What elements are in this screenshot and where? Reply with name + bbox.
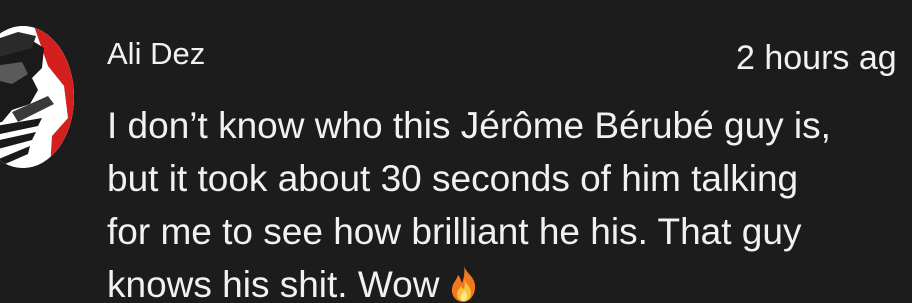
avatar[interactable] [0, 26, 74, 168]
comment-line-last: knows his shit. Wow [107, 258, 912, 303]
comment-item: Ali Dez 2 hours ag I don’t know who this… [0, 0, 912, 303]
avatar-image [0, 26, 74, 168]
comment-body: I don’t know who this Jérôme Bérubé guy … [107, 99, 912, 303]
comment-timestamp[interactable]: 2 hours ag [736, 38, 897, 78]
comment-line: for me to see how brilliant he his. That… [107, 211, 802, 252]
comment-line: but it took about 30 seconds of him talk… [107, 158, 799, 199]
comment-author[interactable]: Ali Dez [107, 36, 205, 72]
comment-line-text: knows his shit. Wow [107, 264, 440, 303]
comment-line: I don’t know who this Jérôme Bérubé guy … [107, 105, 831, 146]
fire-emoji-icon [447, 264, 481, 303]
